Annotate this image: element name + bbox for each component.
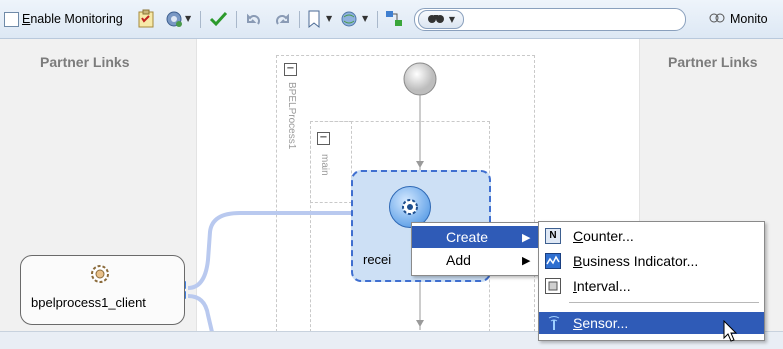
menu-item-add[interactable]: Add ▶ (412, 249, 539, 271)
counter-icon: N (545, 228, 561, 244)
start-node (403, 62, 437, 96)
menu-item-label: usiness Indicator... (582, 253, 699, 269)
menu-item-business-indicator[interactable]: Business Indicator... (539, 250, 764, 272)
menu-item-create[interactable]: Create ▶ (412, 226, 539, 248)
menu-item-label: ounter... (583, 228, 634, 244)
menu-item-label: Add (446, 252, 471, 268)
mnemonic: B (573, 253, 583, 269)
menu-item-label: ensor... (582, 315, 629, 331)
sensor-icon (545, 315, 563, 334)
menu-item-label: Create (446, 229, 489, 245)
submenu-arrow-icon: ▶ (522, 231, 531, 244)
mnemonic: S (573, 315, 583, 331)
menu-item-label: nterval... (576, 278, 631, 294)
partner-link-wire (187, 294, 214, 333)
partner-link-gear-icon (88, 262, 112, 286)
mouse-cursor-icon (723, 319, 739, 347)
flow-arrow (416, 320, 424, 327)
interval-icon (545, 278, 561, 297)
menu-separator (569, 302, 759, 303)
mnemonic: C (573, 228, 584, 244)
flow-arrow (416, 161, 424, 168)
context-menu: Create ▶ Add ▶ (411, 222, 540, 276)
receive-label: recei (363, 252, 392, 267)
submenu-arrow-icon: ▶ (522, 254, 531, 267)
menu-item-counter[interactable]: N Counter... (539, 225, 764, 247)
business-indicator-icon (545, 253, 561, 272)
client-label: bpelprocess1_client (31, 295, 146, 310)
menu-item-interval[interactable]: Interval... (539, 275, 764, 297)
